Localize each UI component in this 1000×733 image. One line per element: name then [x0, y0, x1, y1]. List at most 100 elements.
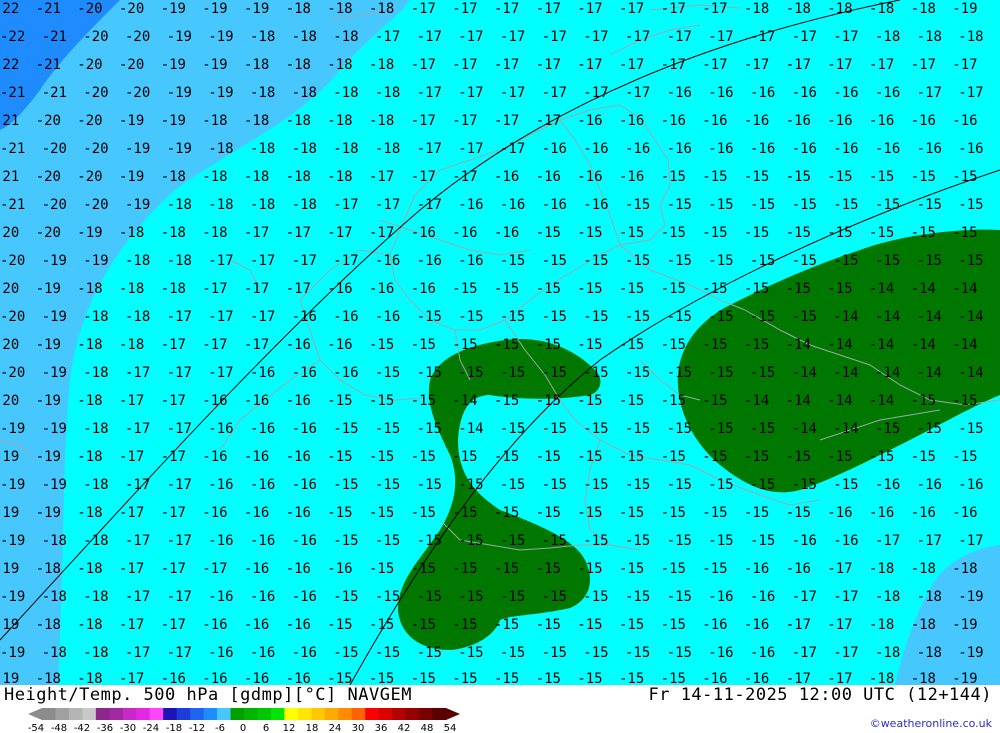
temp-label: -16	[869, 113, 894, 129]
temp-label: -14	[869, 393, 894, 409]
temp-label: -15	[452, 337, 477, 353]
temp-label: -15	[577, 337, 602, 353]
temp-label: -18	[202, 225, 227, 241]
temp-label: -14	[786, 393, 811, 409]
temp-label: -16	[292, 589, 317, 605]
scale-swatch	[324, 708, 339, 720]
scale-swatch	[217, 708, 232, 720]
temp-label: -15	[958, 421, 983, 437]
temp-label: -17	[827, 561, 852, 577]
temp-label: -14	[833, 421, 858, 437]
temp-label: -15	[869, 169, 894, 185]
temp-label: -15	[500, 533, 525, 549]
temp-label: -16	[577, 169, 602, 185]
temp-label: -15	[619, 337, 644, 353]
scale-swatch	[136, 708, 151, 720]
temp-label: -15	[494, 671, 519, 685]
temp-label: -17	[119, 449, 144, 465]
scale-swatch	[419, 708, 434, 720]
temp-label: -22	[0, 57, 19, 73]
temp-label: -17	[417, 197, 442, 213]
temp-label: -17	[958, 85, 983, 101]
temp-label: -15	[577, 225, 602, 241]
temp-label: -18	[286, 57, 311, 73]
credit-link[interactable]: ©weatheronline.co.uk	[870, 717, 992, 730]
temp-label: -15	[619, 281, 644, 297]
temp-label: -17	[827, 617, 852, 633]
temp-label: -18	[327, 57, 352, 73]
temp-label: -15	[369, 393, 394, 409]
temp-label: -15	[625, 589, 650, 605]
temp-label: -16	[202, 617, 227, 633]
temp-label: -17	[417, 141, 442, 157]
temp-label: -15	[583, 533, 608, 549]
temp-label: -18	[250, 29, 275, 45]
temp-label: -15	[786, 225, 811, 241]
temp-label: -15	[536, 281, 561, 297]
temp-label: -15	[750, 197, 775, 213]
temp-label: -15	[417, 309, 442, 325]
temp-label: -16	[458, 253, 483, 269]
temp-label: -15	[625, 253, 650, 269]
temp-label: -15	[375, 533, 400, 549]
temp-label: -17	[208, 253, 233, 269]
temp-label: -15	[625, 533, 650, 549]
temp-label: -17	[750, 29, 775, 45]
temp-label: -17	[119, 561, 144, 577]
temp-label: -16	[292, 477, 317, 493]
temp-label: -19	[0, 645, 25, 661]
temp-label: -15	[452, 449, 477, 465]
temp-label: -17	[125, 589, 150, 605]
temp-label: -15	[917, 197, 942, 213]
scale-arrow-right	[446, 708, 460, 720]
temp-label: -17	[119, 617, 144, 633]
temp-label: -14	[792, 365, 817, 381]
temp-label: -17	[625, 29, 650, 45]
temp-label: -14	[917, 309, 942, 325]
temp-label: -18	[875, 29, 900, 45]
temp-label: -18	[77, 561, 102, 577]
temp-label: -16	[286, 393, 311, 409]
temp-label: -15	[625, 197, 650, 213]
temp-label: -15	[417, 365, 442, 381]
temp-label: -17	[333, 197, 358, 213]
temp-label: -19	[0, 477, 25, 493]
scale-tick-label: -12	[189, 723, 205, 733]
temp-label: -16	[286, 671, 311, 685]
temp-label: -15	[494, 449, 519, 465]
temp-label: -16	[619, 113, 644, 129]
temp-label: -14	[833, 309, 858, 325]
temp-label: -15	[750, 253, 775, 269]
temp-label: -15	[827, 281, 852, 297]
temp-label: -16	[958, 141, 983, 157]
temp-label: -15	[375, 365, 400, 381]
temp-label: -16	[250, 533, 275, 549]
temp-label: -14	[869, 337, 894, 353]
temp-label: -15	[744, 337, 769, 353]
temp-label: -19	[0, 449, 19, 465]
temp-label: -15	[661, 337, 686, 353]
temp-label: -15	[619, 617, 644, 633]
scale-tick-label: 36	[375, 723, 388, 733]
temp-label: -16	[286, 617, 311, 633]
temp-label: -15	[833, 253, 858, 269]
temp-label: -17	[702, 1, 727, 17]
temp-label: -20	[36, 169, 61, 185]
temp-label: -15	[577, 561, 602, 577]
temp-label: -16	[208, 477, 233, 493]
temp-label: -17	[744, 57, 769, 73]
scale-swatch	[176, 708, 191, 720]
temp-label: -18	[161, 225, 186, 241]
temp-label: -16	[292, 365, 317, 381]
temp-label: -15	[411, 561, 436, 577]
temp-label: -19	[161, 57, 186, 73]
temp-label: -17	[161, 393, 186, 409]
temp-label: -15	[536, 671, 561, 685]
temp-label: -15	[625, 645, 650, 661]
scale-tick-label: -24	[143, 723, 159, 733]
temp-label: -19	[77, 225, 102, 241]
temp-label: -15	[911, 225, 936, 241]
temp-label: -15	[500, 309, 525, 325]
temp-label: -15	[542, 589, 567, 605]
temp-label: -15	[452, 561, 477, 577]
